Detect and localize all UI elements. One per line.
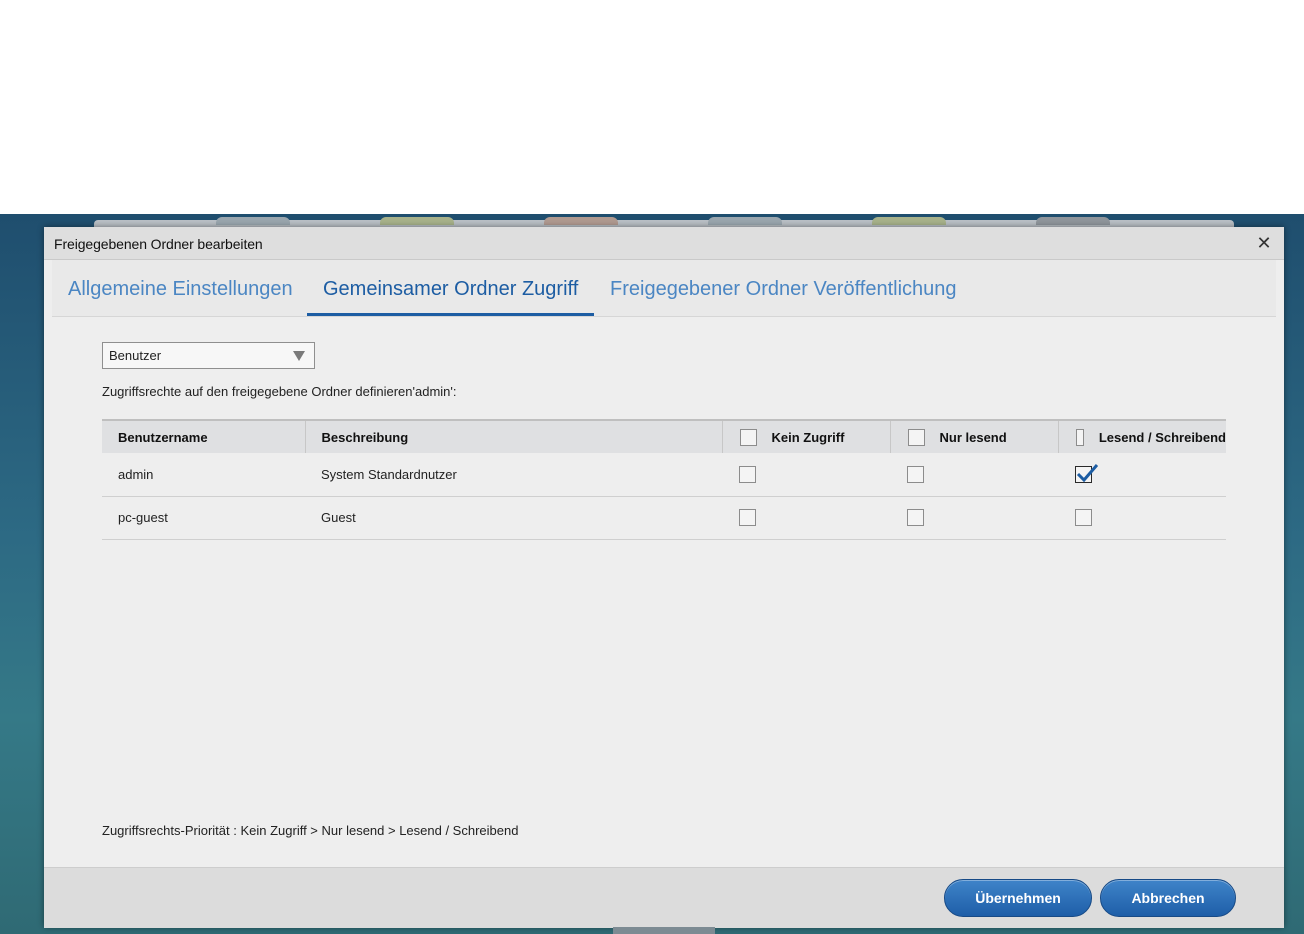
- column-header-username[interactable]: Benutzername: [102, 419, 306, 453]
- column-header-description[interactable]: Beschreibung: [305, 419, 723, 453]
- select-all-no-access-checkbox[interactable]: [739, 428, 757, 446]
- table-row: pc-guest Guest: [102, 496, 1226, 539]
- user-type-select-value: Benutzer: [109, 348, 162, 363]
- taskbar-app-tab[interactable]: [380, 217, 454, 225]
- apply-button[interactable]: Übernehmen: [944, 879, 1092, 917]
- row-username: admin: [118, 466, 154, 482]
- row-description: System Standardnutzer: [321, 466, 457, 482]
- taskbar-handle: [613, 927, 715, 934]
- read-write-checkbox[interactable]: [1075, 463, 1098, 483]
- taskbar-app-tab[interactable]: [1036, 217, 1110, 225]
- row-username: pc-guest: [118, 510, 168, 525]
- no-access-checkbox[interactable]: [739, 509, 756, 527]
- checkmark-icon: [1076, 463, 1098, 482]
- no-access-checkbox[interactable]: [739, 465, 756, 483]
- select-all-read-only-checkbox[interactable]: [907, 428, 925, 446]
- user-type-select[interactable]: Benutzer: [102, 342, 315, 369]
- column-header-read-write: Lesend / Schreibend: [1058, 419, 1226, 453]
- taskbar-app-tab[interactable]: [216, 217, 290, 225]
- tab-general-settings[interactable]: Allgemeine Einstellungen: [68, 260, 293, 316]
- read-write-checkbox[interactable]: [1075, 509, 1092, 527]
- tab-bar: Allgemeine Einstellungen Gemeinsamer Ord…: [52, 260, 1276, 317]
- column-header-read-only: Nur lesend: [890, 419, 1059, 453]
- dialog-title: Freigegebenen Ordner bearbeiten: [54, 236, 263, 252]
- close-icon[interactable]: ✕: [1256, 234, 1272, 252]
- taskbar-app-tab[interactable]: [708, 217, 782, 225]
- taskbar-app-tab[interactable]: [872, 217, 946, 225]
- cancel-button[interactable]: Abbrechen: [1100, 879, 1236, 917]
- tab-shared-folder-access[interactable]: Gemeinsamer Ordner Zugriff: [306, 260, 595, 316]
- table-row: admin System Standardnutzer: [102, 453, 1226, 496]
- tab-shared-folder-publishing[interactable]: Freigegebener Ordner Veröffentlichung: [610, 260, 957, 316]
- taskbar-app-tab[interactable]: [544, 217, 618, 225]
- permissions-table: Benutzername Beschreibung Kein Zugriff N…: [102, 419, 1226, 541]
- row-description: Guest: [321, 510, 356, 525]
- read-only-checkbox[interactable]: [907, 509, 924, 527]
- access-priority-note: Zugriffsrechts-Priorität : Kein Zugriff …: [102, 823, 519, 838]
- edit-shared-folder-dialog: Freigegebenen Ordner bearbeiten ✕ Allgem…: [44, 227, 1284, 928]
- dialog-titlebar[interactable]: Freigegebenen Ordner bearbeiten ✕: [44, 227, 1284, 260]
- select-all-read-write-checkbox[interactable]: [1075, 428, 1084, 446]
- read-only-checkbox[interactable]: [907, 465, 924, 483]
- access-rights-description: Zugriffsrechte auf den freigegebene Ordn…: [102, 384, 457, 399]
- column-header-no-access: Kein Zugriff: [722, 419, 891, 453]
- dropdown-caret-icon: [293, 351, 305, 361]
- table-header-row: Benutzername Beschreibung Kein Zugriff N…: [102, 419, 1226, 453]
- dialog-footer: Übernehmen Abbrechen: [44, 867, 1284, 928]
